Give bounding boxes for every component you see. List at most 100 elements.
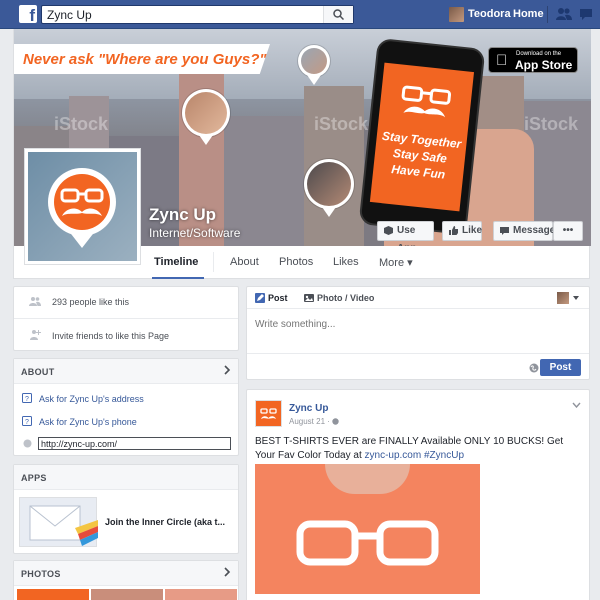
phone-mockup: Stay Together Stay Safe Have Fun (358, 37, 486, 236)
message-button[interactable]: Message (493, 221, 556, 241)
search-button[interactable] (323, 6, 353, 23)
ask-phone-link[interactable]: Ask for Zync Up's phone (39, 417, 137, 427)
svg-text:?: ? (25, 396, 29, 403)
post-author-name[interactable]: Zync Up (289, 403, 328, 414)
about-header-label: ABOUT (21, 367, 55, 377)
user-name-link[interactable]: Teodora (468, 8, 511, 20)
people-icon (29, 297, 41, 306)
posting-as-avatar[interactable] (557, 292, 569, 304)
user-avatar[interactable] (449, 7, 464, 22)
zync-up-logo-icon (48, 168, 116, 248)
tab-likes[interactable]: Likes (333, 256, 359, 268)
question-icon: ? (22, 416, 32, 426)
like-label: Like (462, 225, 483, 236)
tab-about[interactable]: About (230, 256, 259, 268)
app-name-link[interactable]: Join the Inner Circle (aka t... (105, 517, 225, 527)
chevron-right-icon (224, 567, 231, 577)
page-tabs: Timeline About Photos Likes More ▾ (141, 246, 589, 279)
friend-requests-icon[interactable] (556, 7, 572, 21)
search-box (41, 5, 354, 24)
timeline-post: Zync Up August 21 · BEST T-SHIRTS EVER a… (246, 389, 590, 600)
use-app-button[interactable]: Use App (377, 221, 434, 246)
pencil-icon (255, 293, 265, 303)
composer-tab-photo-video-label: Photo / Video (317, 293, 375, 303)
envelope-icon (29, 505, 98, 546)
map-pin-avatar (298, 45, 330, 85)
composer-textarea[interactable] (255, 319, 575, 330)
search-input[interactable] (42, 6, 322, 23)
cover-watermark: iStock (314, 114, 369, 134)
tab-photos[interactable]: Photos (279, 256, 313, 268)
page-header: iStock iStock iStock Never ask "Where ar… (13, 29, 591, 279)
ask-address-link[interactable]: Ask for Zync Up's address (39, 394, 144, 404)
photo-thumbnail[interactable] (165, 589, 237, 600)
app-store-badge-title: App Store (515, 58, 573, 72)
cover-watermark: iStock (524, 114, 579, 134)
post-hashtag[interactable]: #ZyncUp (424, 450, 464, 461)
tab-timeline[interactable]: Timeline (154, 256, 198, 268)
phone-slogan: Stay Together Stay Safe Have Fun (373, 127, 468, 184)
post-options-chevron-icon[interactable] (572, 402, 581, 408)
post-author-avatar[interactable] (255, 400, 282, 427)
composer-tab-photo-video[interactable]: Photo / Video (304, 293, 374, 303)
divider (14, 318, 238, 319)
topbar-divider (547, 6, 548, 23)
page-category[interactable]: Internet/Software (149, 226, 240, 240)
caret-down-icon[interactable] (573, 296, 579, 300)
app-store-badge[interactable]:  Download on the App Store (488, 47, 578, 73)
top-navigation-bar: f Teodora Home (0, 0, 600, 29)
message-icon (500, 227, 509, 235)
page-title[interactable]: Zync Up (149, 205, 216, 225)
tab-more[interactable]: More ▾ (379, 256, 413, 269)
photo-thumbnail[interactable] (17, 589, 89, 600)
profile-picture[interactable] (24, 148, 141, 265)
post-timestamp[interactable]: August 21 · (289, 417, 339, 426)
post-text: BEST T-SHIRTS EVER are FINALLY Available… (255, 435, 585, 463)
about-header[interactable]: ABOUT (14, 359, 238, 384)
photos-header-label: PHOTOS (21, 569, 61, 579)
audience-globe-icon[interactable] (529, 363, 539, 373)
post-image[interactable] (255, 464, 480, 594)
facebook-logo[interactable]: f (19, 5, 37, 23)
question-icon: ? (22, 393, 32, 403)
chevron-right-icon (224, 365, 231, 375)
post-link[interactable]: zync-up.com (365, 450, 422, 461)
post-composer: Post Photo / Video Post (246, 286, 590, 380)
photos-header[interactable]: PHOTOS (14, 561, 238, 586)
map-pin-avatar (182, 89, 230, 145)
apps-card: APPS Join the Inner Circle (aka t... (13, 464, 239, 554)
cube-icon (384, 226, 393, 235)
website-field[interactable]: http://zync-up.com/ (38, 437, 231, 450)
map-pin-avatar (304, 159, 354, 217)
invite-friends-link[interactable]: Invite friends to like this Page (52, 331, 169, 341)
svg-text:?: ? (25, 419, 29, 426)
likes-count[interactable]: 293 people like this (52, 297, 129, 307)
mustache-glasses-icon (401, 85, 452, 118)
composer-footer: Post (247, 353, 589, 380)
tab-divider (213, 252, 214, 272)
app-store-badge-subtitle: Download on the (516, 51, 562, 57)
profile-picture-image (28, 152, 137, 261)
photo-icon (304, 294, 314, 302)
post-date: August 21 · (289, 417, 330, 426)
message-label: Message (513, 225, 556, 236)
more-options-button[interactable]: ••• (553, 221, 583, 241)
thumbs-up-icon (449, 226, 458, 235)
invite-friends-icon (30, 330, 41, 340)
app-thumbnail[interactable] (19, 497, 98, 547)
messages-icon[interactable] (579, 7, 593, 21)
composer-tab-post[interactable]: Post (255, 293, 288, 303)
post-button[interactable]: Post (540, 359, 581, 376)
photo-thumbnail[interactable] (91, 589, 163, 600)
search-icon (333, 9, 344, 20)
home-link[interactable]: Home (513, 8, 544, 20)
phone-screen: Stay Together Stay Safe Have Fun (369, 62, 475, 212)
like-button[interactable]: Like (442, 221, 482, 241)
use-app-label: Use App (397, 225, 416, 246)
photos-card: PHOTOS (13, 560, 239, 600)
globe-icon (23, 439, 32, 448)
apps-header[interactable]: APPS (14, 465, 238, 490)
about-card: ABOUT ? Ask for Zync Up's address ? Ask … (13, 358, 239, 456)
zync-up-logo-icon (260, 408, 277, 419)
tshirt-print-icon (296, 520, 439, 566)
